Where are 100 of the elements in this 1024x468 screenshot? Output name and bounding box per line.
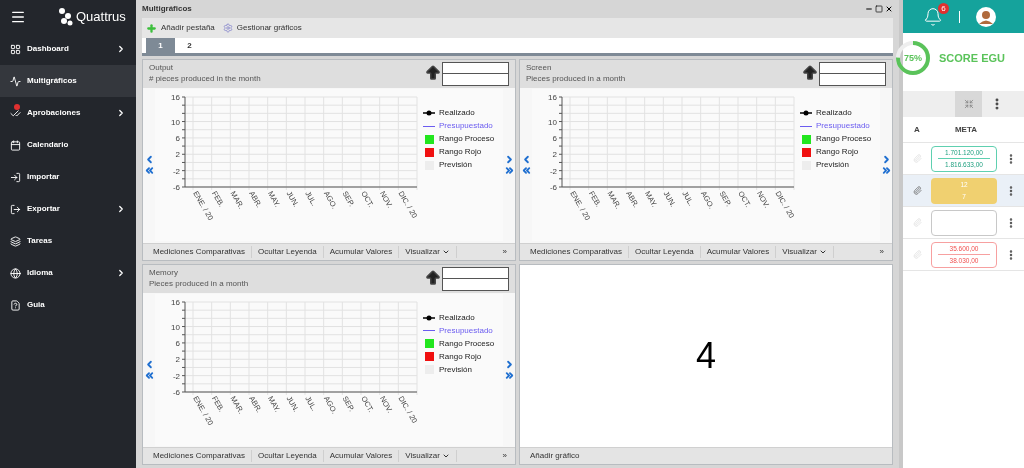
footer-button[interactable]: Visualizar [398, 245, 457, 258]
first-icon[interactable] [143, 369, 155, 381]
tab[interactable]: 1 [146, 38, 175, 53]
input-field[interactable] [442, 266, 509, 279]
y-tick-label: 2 [552, 150, 557, 160]
footer-button[interactable]: Mediciones Comparativas [147, 450, 252, 462]
chart-title: Screen [526, 62, 553, 73]
help-icon [10, 299, 21, 311]
footer-button[interactable]: Ocultar Leyenda [251, 245, 323, 258]
chart-subtitle: # pieces produced in the month [149, 73, 261, 84]
sidebar-label: Importar [27, 171, 60, 183]
legend-label: Realizado [816, 107, 852, 120]
legend-label: Previsión [439, 363, 472, 376]
sidebar-item[interactable]: Multigráficos [0, 65, 136, 97]
footer-button[interactable]: Ocultar Leyenda [251, 450, 323, 462]
y-tick-label: 10 [171, 322, 180, 332]
import-icon [10, 171, 21, 183]
last-icon[interactable] [503, 369, 515, 381]
sidebar-item[interactable]: Exportar [0, 193, 136, 225]
add-chart-button[interactable]: Añadir gráfico [524, 450, 586, 462]
last-icon[interactable] [503, 165, 515, 177]
input-field[interactable] [819, 74, 886, 86]
y-tick-label: 16 [171, 93, 180, 103]
footer-button[interactable]: Acumular Valores [322, 450, 399, 462]
logo-icon [58, 6, 74, 27]
y-tick-label: -2 [172, 371, 180, 381]
up-arrow-icon[interactable] [801, 64, 819, 82]
input-field[interactable] [442, 62, 509, 74]
first-icon[interactable] [143, 165, 155, 177]
y-tick-label: -2 [549, 166, 557, 176]
y-tick-label: 16 [548, 93, 557, 103]
logo-text: Quattrus [76, 7, 126, 26]
y-tick-label: 2 [175, 150, 180, 160]
sidebar-item[interactable]: Importar [0, 161, 136, 193]
score-ring [895, 40, 931, 76]
legend-label: Presupuestado [816, 120, 870, 133]
chart-title: Output [149, 62, 174, 73]
legend-label: Presupuestado [439, 324, 493, 337]
sidebar-label: Guia [27, 299, 45, 311]
legend-label: Realizado [439, 107, 475, 120]
sidebar-label: Multigráficos [27, 75, 77, 87]
sidebar-item[interactable]: Calendario [0, 129, 136, 161]
y-tick-label: -6 [172, 387, 180, 397]
legend-label: Rango Proceso [816, 133, 872, 146]
shrink-icon [963, 99, 974, 109]
footer-button[interactable]: Acumular Valores [699, 245, 776, 258]
y-tick-label: -2 [172, 166, 180, 176]
up-arrow-icon[interactable] [424, 64, 442, 82]
tab[interactable]: 2 [175, 38, 204, 53]
plus-icon [146, 22, 157, 34]
sidebar-item[interactable]: Aprobaciones [0, 97, 136, 129]
paperclip-icon[interactable] [912, 186, 922, 195]
manage-charts-button[interactable]: Gestionar gráficos [222, 22, 302, 34]
line-chart-icon [10, 75, 21, 87]
legend-label: Previsión [816, 159, 849, 172]
add-tab-button[interactable]: Añadir pestaña [146, 22, 215, 34]
calendar-icon [10, 139, 21, 151]
bell-icon[interactable] [923, 6, 943, 27]
sidebar-label: Tareas [27, 235, 53, 247]
legend-label: Rango Proceso [439, 133, 495, 146]
footer-button[interactable]: Visualizar [398, 450, 457, 462]
legend-label: Presupuestado [439, 120, 493, 133]
sidebar-label: Calendario [27, 139, 69, 151]
legend-label: Rango Proceso [439, 337, 495, 350]
more-button[interactable]: » [875, 245, 888, 258]
footer-button[interactable]: Mediciones Comparativas [524, 245, 629, 258]
sidebar-item[interactable]: Dashboard [0, 33, 136, 65]
last-icon[interactable] [880, 165, 892, 177]
minimize-icon[interactable] [865, 5, 873, 13]
input-field[interactable] [442, 74, 509, 86]
legend-label: Realizado [439, 311, 475, 324]
close-icon[interactable] [885, 5, 893, 13]
footer-button[interactable]: Acumular Valores [322, 245, 399, 258]
y-tick-label: 2 [175, 355, 180, 364]
first-icon[interactable] [520, 165, 532, 177]
input-field[interactable] [819, 62, 886, 74]
sidebar-item[interactable]: Idioma [0, 257, 136, 289]
legend-label: Rango Rojo [816, 146, 859, 159]
chart-subtitle: Pieces produced in a month [149, 277, 249, 289]
avatar[interactable] [976, 6, 996, 27]
more-button[interactable]: » [498, 245, 511, 258]
more-button[interactable]: » [498, 450, 511, 462]
score-label: SCORE EGU [939, 50, 1005, 66]
maximize-icon[interactable] [875, 5, 883, 13]
y-tick-label: 16 [171, 297, 180, 307]
sidebar-item[interactable]: Tareas [0, 225, 136, 257]
chart-title: Memory [149, 266, 179, 278]
sidebar-item[interactable]: Guia [0, 289, 136, 321]
footer-button[interactable]: Visualizar [775, 245, 834, 258]
settings-icon [222, 23, 233, 33]
line-marker-icon [423, 110, 435, 117]
footer-button[interactable]: Mediciones Comparativas [147, 245, 252, 258]
footer-button[interactable]: Ocultar Leyenda [628, 245, 700, 258]
up-arrow-icon[interactable] [424, 268, 442, 287]
legend-label: Rango Rojo [439, 350, 482, 363]
y-tick-label: 10 [548, 117, 557, 127]
sidebar-label: Aprobaciones [27, 107, 81, 119]
globe-icon [10, 267, 21, 279]
notification-badge: 6 [938, 2, 949, 14]
window-title: Multigráficos [142, 3, 192, 15]
